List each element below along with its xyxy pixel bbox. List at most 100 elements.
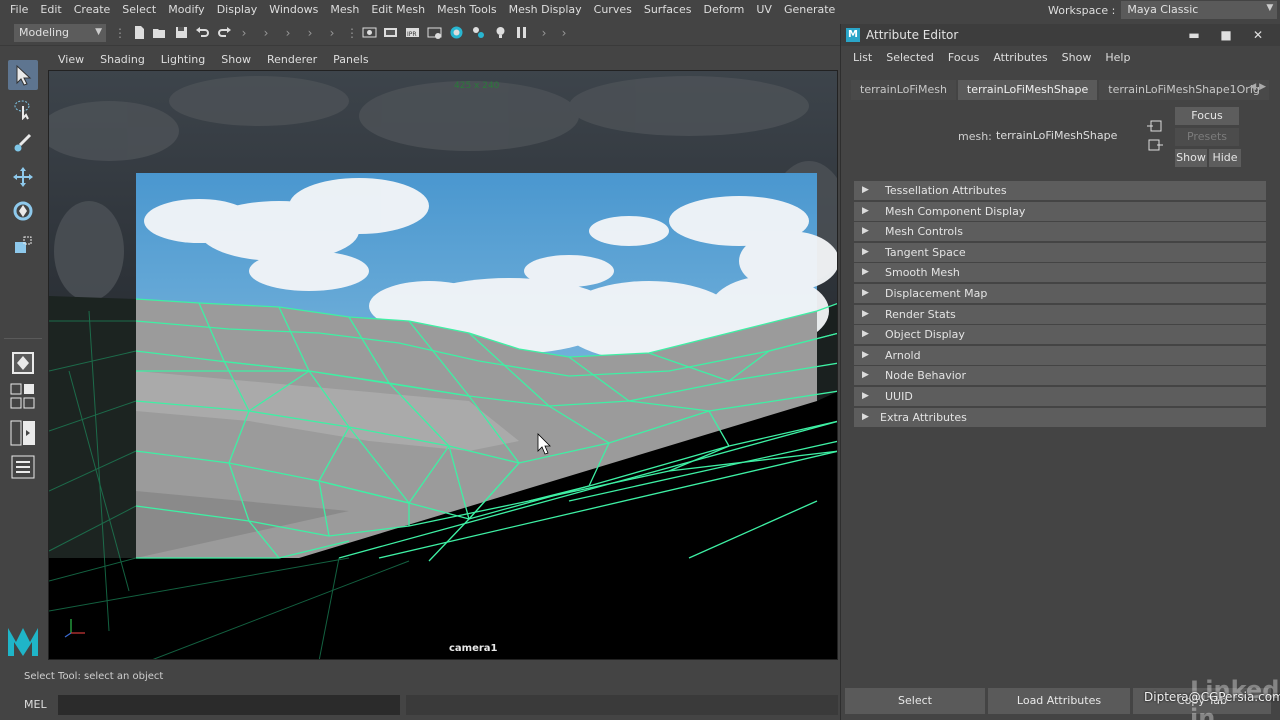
expand-triangle-icon: ▶ [862,411,869,422]
mesh-name-field[interactable]: terrainLoFiMeshShape [991,126,1135,146]
menu-modify[interactable]: Modify [162,0,210,20]
light-editor-icon[interactable] [493,25,508,40]
section-uuid[interactable]: ▶ UUID [854,386,1266,406]
menu-curves[interactable]: Curves [588,0,638,20]
undo-icon[interactable] [195,25,210,40]
outliner-layout[interactable] [8,452,38,482]
shelf-divider[interactable]: ⋮ [114,24,126,42]
mel-command-input[interactable] [58,695,400,715]
shelf-divider[interactable]: ⋮ [346,24,358,42]
select-tool[interactable] [8,60,38,90]
menu-mesh[interactable]: Mesh [324,0,365,20]
menu-set-select[interactable]: Modeling ▼ [14,24,106,42]
output-connection-icon[interactable] [1147,138,1163,152]
render-settings-icon[interactable] [427,25,442,40]
section-mesh-component-display[interactable]: ▶ Mesh Component Display [854,201,1266,221]
shelf-divider[interactable]: › [240,24,248,42]
open-scene-icon[interactable] [152,25,167,40]
redo-icon[interactable] [217,25,232,40]
panel-menu-view[interactable]: View [50,53,92,66]
workspace-select[interactable]: Maya Classic ▼ [1121,1,1278,19]
menu-display[interactable]: Display [211,0,264,20]
menu-select[interactable]: Select [116,0,162,20]
shelf-divider[interactable]: › [560,24,568,42]
panel-menubar: View Shading Lighting Show Renderer Panels [48,48,840,70]
minimize-button[interactable]: ▬ [1183,27,1205,43]
panel-menu-show[interactable]: Show [213,53,259,66]
ae-menu-show[interactable]: Show [1055,51,1099,64]
menu-mesh-display[interactable]: Mesh Display [503,0,588,20]
shelf-divider[interactable]: › [328,24,336,42]
perspective-viewport[interactable]: 425 x 240 camera1 [48,70,838,660]
attribute-editor-titlebar[interactable]: M Attribute Editor ▬ ■ ✕ [841,24,1280,46]
menu-surfaces[interactable]: Surfaces [638,0,698,20]
section-arnold[interactable]: ▶ Arnold [854,345,1266,365]
section-extra-attributes[interactable]: ▶ Extra Attributes [854,407,1266,427]
save-scene-icon[interactable] [174,25,189,40]
lasso-tool[interactable] [8,94,38,124]
ae-menu-selected[interactable]: Selected [879,51,941,64]
shelf-divider[interactable]: › [262,24,270,42]
menu-uv[interactable]: UV [750,0,778,20]
render-setup-icon[interactable] [471,25,486,40]
ae-menu-help[interactable]: Help [1098,51,1137,64]
input-connection-icon[interactable] [1147,119,1163,133]
section-object-display[interactable]: ▶ Object Display [854,325,1266,345]
menu-edit[interactable]: Edit [34,0,67,20]
show-button[interactable]: Show [1175,149,1207,167]
paint-select-tool[interactable] [8,128,38,158]
section-mesh-controls[interactable]: ▶ Mesh Controls [854,222,1266,242]
select-button[interactable]: Select [845,688,985,714]
panel-menu-lighting[interactable]: Lighting [153,53,213,66]
presets-button[interactable]: Presets [1175,128,1239,146]
hide-button[interactable]: Hide [1209,149,1241,167]
render-frame-icon[interactable] [383,25,398,40]
menu-create[interactable]: Create [68,0,117,20]
hypershade-icon[interactable] [449,25,464,40]
tab-terrainlofimeshshape1orig[interactable]: terrainLoFiMeshShape1Orig [1099,80,1269,100]
menu-mesh-tools[interactable]: Mesh Tools [431,0,503,20]
expand-triangle-icon: ▶ [862,287,869,298]
load-attributes-button[interactable]: Load Attributes [988,688,1130,714]
panel-menu-renderer[interactable]: Renderer [259,53,325,66]
pause-icon[interactable] [514,25,529,40]
tab-terrainlofimesh[interactable]: terrainLoFiMesh [851,80,956,100]
panel-menu-shading[interactable]: Shading [92,53,153,66]
persp-outliner-layout[interactable] [8,418,38,448]
section-tessellation-attributes[interactable]: ▶ Tessellation Attributes [854,181,1266,200]
chevron-down-icon: ▼ [1266,3,1274,13]
ae-menu-focus[interactable]: Focus [941,51,986,64]
panel-menu-panels[interactable]: Panels [325,53,376,66]
section-tangent-space[interactable]: ▶ Tangent Space [854,242,1266,262]
section-render-stats[interactable]: ▶ Render Stats [854,304,1266,324]
four-view-layout[interactable] [8,382,38,412]
ae-menu-list[interactable]: List [846,51,879,64]
focus-button[interactable]: Focus [1175,107,1239,125]
section-displacement-map[interactable]: ▶ Displacement Map [854,283,1266,303]
menu-generate[interactable]: Generate [778,0,841,20]
shelf-divider[interactable]: › [284,24,292,42]
menu-windows[interactable]: Windows [263,0,324,20]
command-language-toggle[interactable]: MEL [24,698,47,711]
shelf-divider[interactable]: › [306,24,314,42]
shelf-divider[interactable]: › [540,24,548,42]
section-smooth-mesh[interactable]: ▶ Smooth Mesh [854,263,1266,283]
maximize-button[interactable]: ■ [1215,27,1237,43]
rotate-tool[interactable] [8,196,38,226]
menu-deform[interactable]: Deform [697,0,750,20]
close-button[interactable]: ✕ [1247,27,1269,43]
scale-tool[interactable] [8,230,38,260]
new-scene-icon[interactable] [132,25,147,40]
menu-file[interactable]: File [4,0,34,20]
move-tool[interactable] [8,162,38,192]
section-label: Extra Attributes [880,410,967,424]
ipr-render-icon[interactable]: IPR [405,25,420,40]
tab-terrainlofimeshshape[interactable]: terrainLoFiMeshShape [957,80,1098,100]
menu-edit-mesh[interactable]: Edit Mesh [365,0,431,20]
ae-menu-attributes[interactable]: Attributes [986,51,1054,64]
single-view-layout[interactable] [8,348,38,378]
section-node-behavior[interactable]: ▶ Node Behavior [854,366,1266,386]
render-view-icon[interactable] [362,25,377,40]
maya-logo-icon [8,628,38,656]
tab-scroll-arrows-icon[interactable]: ◀ ▶ [1249,82,1266,92]
